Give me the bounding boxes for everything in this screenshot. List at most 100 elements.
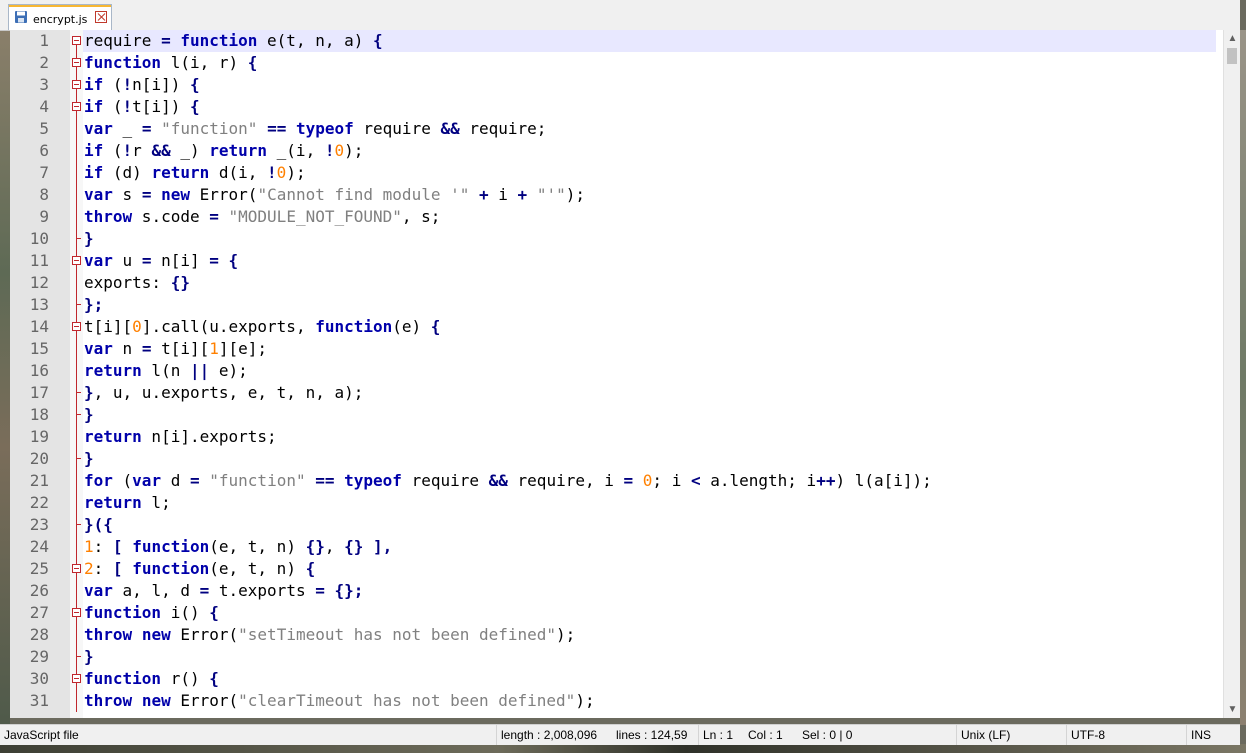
- code-line[interactable]: 9 throw s.code = "MODULE_NOT_FOUND", s;: [10, 206, 1216, 228]
- fold-minus-icon[interactable]: [72, 80, 81, 89]
- code-line[interactable]: 21 for (var d = "function" == typeof requ…: [10, 470, 1216, 492]
- fold-end-icon: [76, 514, 81, 525]
- save-disk-icon: [15, 11, 27, 23]
- fold-toggle-icon[interactable]: [71, 602, 82, 624]
- line-number: 20: [29, 449, 49, 468]
- code-line[interactable]: 27 function i() {: [10, 602, 1216, 624]
- code-text: 2: [ function(e, t, n) {: [84, 558, 315, 580]
- code-line[interactable]: 15 var n = t[i][1][e];: [10, 338, 1216, 360]
- code-line[interactable]: 31 throw new Error("clearTimeout has not …: [10, 690, 1216, 712]
- code-line[interactable]: 14 t[i][0].call(u.exports, function(e) {: [10, 316, 1216, 338]
- scroll-up-arrow-icon[interactable]: ▲: [1224, 30, 1240, 47]
- fold-guide-line: [76, 162, 77, 184]
- fold-guide: [76, 111, 77, 118]
- code-token: );: [286, 163, 306, 182]
- fold-minus-icon[interactable]: [72, 36, 81, 45]
- tab-close-icon[interactable]: [95, 11, 107, 23]
- code-token: =: [141, 185, 152, 204]
- code-token: i(): [161, 603, 210, 622]
- code-token: r(): [161, 669, 210, 688]
- code-line[interactable]: 4 if (!t[i]) {: [10, 96, 1216, 118]
- line-highlight: [83, 492, 1216, 514]
- fold-toggle-icon[interactable]: [71, 316, 82, 338]
- code-token: 2: [84, 559, 94, 578]
- code-line[interactable]: 5 var _ = "function" == typeof require &&…: [10, 118, 1216, 140]
- code-token: 0: [334, 141, 345, 160]
- code-line[interactable]: 25 2: [ function(e, t, n) {: [10, 558, 1216, 580]
- code-line[interactable]: 10}: [10, 228, 1216, 250]
- line-highlight: [83, 360, 1216, 382]
- code-token: {: [373, 31, 383, 50]
- code-token: var: [84, 185, 113, 204]
- code-token: function: [180, 31, 258, 50]
- code-line[interactable]: 3 if (!n[i]) {: [10, 74, 1216, 96]
- fold-guide: [76, 67, 77, 74]
- tab-encrypt-js[interactable]: encrypt.js: [8, 4, 112, 30]
- scroll-thumb[interactable]: [1227, 48, 1237, 64]
- code-text: if (d) return d(i, !0);: [84, 162, 306, 184]
- code-line[interactable]: 29}: [10, 646, 1216, 668]
- fold-toggle-icon[interactable]: [71, 52, 82, 74]
- fold-toggle-icon[interactable]: [71, 74, 82, 96]
- code-token: [: [112, 537, 123, 556]
- fold-minus-icon[interactable]: [72, 674, 81, 683]
- code-line[interactable]: 17}, u, u.exports, e, t, n, a);: [10, 382, 1216, 404]
- code-token: "function": [161, 119, 258, 138]
- fold-minus-icon[interactable]: [72, 102, 81, 111]
- fold-end-marker: [71, 646, 82, 668]
- code-text: return n[i].exports;: [84, 426, 277, 448]
- code-editor[interactable]: 1 require = function e(t, n, a) {2 functio…: [10, 30, 1240, 718]
- code-line[interactable]: 13};: [10, 294, 1216, 316]
- code-text: for (var d = "function" == typeof requir…: [84, 470, 932, 492]
- code-text: throw new Error("setTimeout has not been…: [84, 624, 575, 646]
- code-line[interactable]: 22 return l;: [10, 492, 1216, 514]
- fold-toggle-icon[interactable]: [71, 558, 82, 580]
- code-line[interactable]: 23}({: [10, 514, 1216, 536]
- code-line[interactable]: 1 require = function e(t, n, a) {: [10, 30, 1216, 52]
- code-line[interactable]: 28 throw new Error("setTimeout has not be…: [10, 624, 1216, 646]
- code-text: if (!r && _) return _(i, !0);: [84, 140, 363, 162]
- code-line[interactable]: 20}: [10, 448, 1216, 470]
- code-line[interactable]: 19 return n[i].exports;: [10, 426, 1216, 448]
- fold-toggle-icon[interactable]: [71, 250, 82, 272]
- fold-minus-icon[interactable]: [72, 564, 81, 573]
- vertical-scrollbar[interactable]: ▲ ▼: [1223, 30, 1240, 718]
- code-token: 0: [132, 317, 142, 336]
- line-highlight: [83, 294, 1216, 316]
- fold-end-marker: [71, 228, 82, 250]
- code-line[interactable]: 8 var s = new Error("Cannot find module '…: [10, 184, 1216, 206]
- code-line[interactable]: 7 if (d) return d(i, !0);: [10, 162, 1216, 184]
- code-line[interactable]: 12 exports: {}: [10, 272, 1216, 294]
- code-token: ++: [816, 471, 836, 490]
- code-token: =: [141, 251, 152, 270]
- code-line[interactable]: 26 var a, l, d = t.exports = {};: [10, 580, 1216, 602]
- code-line[interactable]: 16 return l(n || e);: [10, 360, 1216, 382]
- fold-minus-icon[interactable]: [72, 608, 81, 617]
- code-line[interactable]: 11 var u = n[i] = {: [10, 250, 1216, 272]
- code-token: =: [209, 207, 219, 226]
- fold-minus-icon[interactable]: [72, 256, 81, 265]
- code-token: =: [141, 339, 152, 358]
- code-line[interactable]: 24 1: [ function(e, t, n) {}, {} ],: [10, 536, 1216, 558]
- code-line[interactable]: 30 function r() {: [10, 668, 1216, 690]
- fold-toggle-icon[interactable]: [71, 30, 82, 52]
- fold-guide-line: [76, 580, 77, 602]
- status-sel: Sel : 0 | 0: [802, 728, 853, 742]
- code-line[interactable]: 18}: [10, 404, 1216, 426]
- code-line[interactable]: 6 if (!r && _) return _(i, !0);: [10, 140, 1216, 162]
- code-token: throw: [84, 207, 133, 226]
- code-token: n: [112, 339, 142, 358]
- fold-toggle-icon[interactable]: [71, 668, 82, 690]
- scroll-down-arrow-icon[interactable]: ▼: [1224, 701, 1240, 718]
- fold-toggle-icon[interactable]: [71, 96, 82, 118]
- code-token: =: [189, 471, 200, 490]
- code-line[interactable]: 2 function l(i, r) {: [10, 52, 1216, 74]
- fold-minus-icon[interactable]: [72, 58, 81, 67]
- fold-end-marker: [71, 382, 82, 404]
- fold-minus-icon[interactable]: [72, 322, 81, 331]
- code-token: {}: [170, 273, 190, 292]
- code-token: t.exports: [209, 581, 316, 600]
- code-token: ; i: [652, 471, 691, 490]
